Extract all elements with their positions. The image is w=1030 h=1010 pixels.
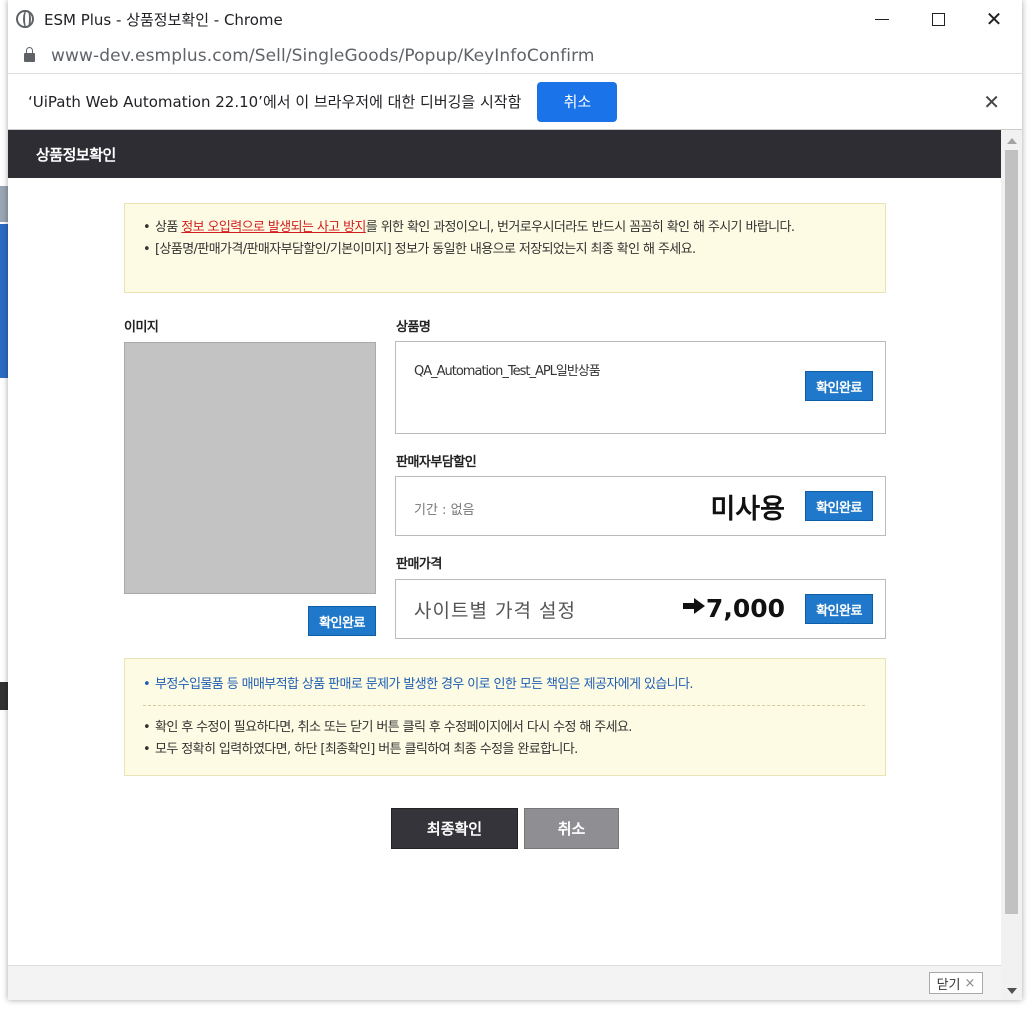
window-title: ESM Plus - 상품정보확인 - Chrome bbox=[44, 10, 283, 29]
product-image bbox=[124, 342, 376, 594]
product-name-box: QA_Automation_Test_APL일반상품 확인완료 bbox=[395, 341, 886, 434]
scrollbar-thumb[interactable] bbox=[1005, 150, 1018, 914]
title-bar: ESM Plus - 상품정보확인 - Chrome ✕ bbox=[8, 0, 1022, 38]
seller-discount-box: 기간 : 없음 미사용 확인완료 bbox=[395, 476, 886, 536]
minimize-button[interactable] bbox=[854, 0, 910, 38]
window-controls: ✕ bbox=[854, 0, 1022, 38]
divider bbox=[143, 705, 865, 706]
url-text: www-dev.esmplus.com/Sell/SingleGoods/Pop… bbox=[51, 45, 595, 66]
notice-top: 상품 정보 오입력으로 발생되는 사고 방지를 위한 확인 과정이오니, 번거로… bbox=[124, 203, 886, 293]
product-name-label: 상품명 bbox=[396, 320, 431, 335]
notice-item: [상품명/판매가격/판매자부담할인/기본이미지] 정보가 동일한 내용으로 저장… bbox=[143, 240, 865, 260]
discount-status: 미사용 bbox=[710, 494, 785, 525]
infobar-cancel-button[interactable]: 취소 bbox=[537, 81, 618, 122]
infobar-message: ‘UiPath Web Automation 22.10’에서 이 브라우저에 … bbox=[28, 93, 522, 111]
image-label: 이미지 bbox=[124, 320, 159, 335]
close-popup-button[interactable]: 닫기 × bbox=[929, 972, 983, 994]
right-arrow-icon bbox=[683, 598, 705, 614]
infobar-close-icon[interactable]: ✕ bbox=[983, 90, 1000, 114]
notice-text: 를 위한 확인 과정이오니, 번거로우시더라도 반드시 꼼꼼히 확인 해 주시기… bbox=[365, 220, 795, 235]
notice-item: 확인 후 수정이 필요하다면, 취소 또는 닫기 버튼 클릭 후 수정페이지에서… bbox=[143, 718, 865, 738]
close-icon: × bbox=[964, 975, 976, 991]
close-window-button[interactable]: ✕ bbox=[966, 0, 1022, 38]
product-name-value: QA_Automation_Test_APL일반상품 bbox=[414, 364, 601, 379]
minimize-icon bbox=[875, 18, 889, 20]
globe-icon bbox=[16, 10, 34, 28]
close-label: 닫기 bbox=[936, 977, 961, 993]
image-confirm-button[interactable]: 확인완료 bbox=[308, 606, 376, 636]
maximize-button[interactable] bbox=[910, 0, 966, 38]
popup-header-title: 상품정보확인 bbox=[8, 130, 1001, 178]
debugging-infobar: ‘UiPath Web Automation 22.10’에서 이 브라우저에 … bbox=[8, 74, 1022, 130]
price-confirm-button[interactable]: 확인완료 bbox=[805, 594, 873, 624]
vertical-scrollbar[interactable] bbox=[1001, 130, 1022, 1000]
address-bar[interactable]: www-dev.esmplus.com/Sell/SingleGoods/Pop… bbox=[8, 38, 1022, 74]
site-price-setting-label: 사이트별 가격 설정 bbox=[414, 600, 576, 622]
price-value: 7,000 bbox=[705, 594, 785, 623]
browser-window: ESM Plus - 상품정보확인 - Chrome ✕ www-dev.esm… bbox=[8, 0, 1022, 1000]
product-name-confirm-button[interactable]: 확인완료 bbox=[805, 371, 873, 401]
notice-item: 모두 정확히 입력하였다면, 하단 [최종확인] 버튼 클릭하여 최종 수정을 … bbox=[143, 740, 865, 760]
notice-bottom: 부정수입물품 등 매매부적합 상품 판매로 문제가 발생한 경우 이로 인한 모… bbox=[124, 658, 886, 776]
discount-confirm-button[interactable]: 확인완료 bbox=[805, 491, 873, 521]
sale-price-box: 사이트별 가격 설정 7,000 확인완료 bbox=[395, 579, 886, 639]
cancel-button[interactable]: 취소 bbox=[524, 808, 619, 849]
close-icon: ✕ bbox=[985, 7, 1003, 31]
sale-price-label: 판매가격 bbox=[396, 557, 442, 572]
maximize-icon bbox=[931, 12, 945, 26]
scroll-down-icon[interactable] bbox=[1007, 988, 1017, 994]
discount-period: 기간 : 없음 bbox=[414, 503, 475, 518]
lock-icon bbox=[24, 47, 35, 62]
popup-content: 상품정보확인 상품 정보 오입력으로 발생되는 사고 방지를 위한 확인 과정이… bbox=[8, 130, 1001, 1000]
final-confirm-button[interactable]: 최종확인 bbox=[391, 808, 518, 849]
notice-highlight: 정보 오입력으로 발생되는 사고 방지 bbox=[181, 220, 366, 235]
scroll-up-icon[interactable] bbox=[1007, 138, 1017, 144]
notice-warning: 부정수입물품 등 매매부적합 상품 판매로 문제가 발생한 경우 이로 인한 모… bbox=[143, 675, 865, 695]
notice-text: 상품 bbox=[155, 220, 182, 235]
popup-footer: 닫기 × bbox=[8, 965, 1001, 1000]
notice-item: 상품 정보 오입력으로 발생되는 사고 방지를 위한 확인 과정이오니, 번거로… bbox=[143, 218, 865, 238]
seller-discount-label: 판매자부담할인 bbox=[396, 455, 477, 470]
